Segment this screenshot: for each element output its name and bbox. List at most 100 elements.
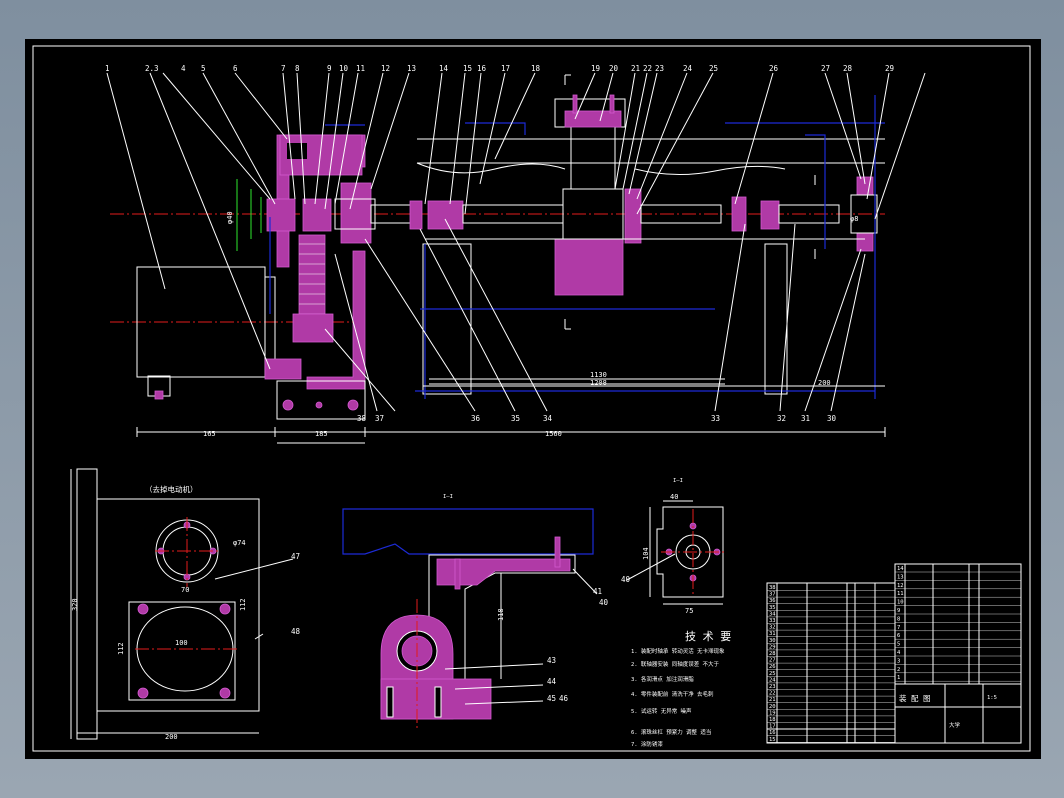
- note-line: 7. 涂防锈漆: [631, 740, 663, 748]
- balloon: 20: [609, 64, 619, 73]
- carriage-clamp: [564, 110, 622, 128]
- bom-item-number: 18: [769, 717, 776, 723]
- balloon: 10: [339, 64, 349, 73]
- balloon: 44: [547, 677, 557, 686]
- balloon: 45: [547, 694, 556, 703]
- bom-item-number: 21: [769, 697, 776, 703]
- bom-right-rows: 14 13 12 11 10 9 8 7 6 5 4 3 2 1: [895, 566, 1021, 682]
- bom-item-number: 26: [769, 664, 776, 670]
- balloon: 34: [543, 414, 553, 423]
- bom-item-number: 29: [769, 644, 776, 650]
- carriage-bolt-1: [572, 94, 578, 114]
- dim-flange-base: 75: [685, 607, 693, 615]
- nut-flange: [624, 188, 642, 244]
- dim-base: 185: [315, 430, 328, 438]
- bom-item-number: 8: [897, 616, 900, 622]
- bom-item-number: 37: [769, 592, 776, 598]
- balloon: 25: [709, 64, 718, 73]
- motor-flange-outline: [128, 601, 236, 701]
- base-bolt-2: [315, 401, 323, 409]
- bom-item-number: 3: [897, 658, 900, 664]
- section-label-b: I—I: [673, 478, 683, 484]
- bom-item-number: 1: [897, 675, 900, 681]
- bom-item-number: 33: [769, 618, 776, 624]
- dim-flange-h: 104: [642, 547, 650, 560]
- balloon: 9: [327, 64, 332, 73]
- leader-40: [626, 553, 676, 581]
- leader-47: [214, 558, 294, 580]
- dim-flange-w: 40: [670, 493, 678, 501]
- mounting-plate-outline: [76, 468, 260, 740]
- right-bearing-block: [340, 182, 372, 244]
- bom-item-number: 7: [897, 625, 900, 631]
- balloon: 26: [769, 64, 779, 73]
- balloon: 43: [547, 656, 556, 665]
- gear-hub: [302, 198, 332, 232]
- bom-item-number: 5: [897, 642, 900, 648]
- bom-item-number: 30: [769, 638, 776, 644]
- carriage-lower: [554, 238, 624, 296]
- title-block-sub: 大学: [949, 721, 961, 729]
- balloons-top: 1 2.3 4 5 6 7 8 9 10 11 12 13 14 15 16 1…: [105, 64, 894, 73]
- bom-item-number: 25: [769, 671, 776, 677]
- nut-housing: [562, 188, 624, 244]
- bom-left-rows: 3837363534333231302928272625242322212019…: [767, 585, 895, 743]
- dim-bore-dia: φ74: [233, 539, 246, 547]
- bom-item-number: 38: [769, 585, 776, 591]
- bom-item-number: 22: [769, 691, 776, 697]
- motor-coupling: [264, 358, 302, 380]
- note-line: 1. 装配时轴承 转动灵活 无卡滞现象: [631, 647, 725, 655]
- bom-item-number: 35: [769, 605, 776, 611]
- bom-item-number: 20: [769, 704, 776, 710]
- balloon: 11: [356, 64, 365, 73]
- balloon: 12: [381, 64, 390, 73]
- bom-item-number: 32: [769, 625, 776, 631]
- balloon: 19: [591, 64, 600, 73]
- bom-item-number: 31: [769, 631, 776, 637]
- section-label: I—I: [443, 494, 453, 500]
- right-coupling: [760, 200, 780, 230]
- balloon: 41: [593, 587, 602, 596]
- dim-right: 200: [818, 379, 831, 387]
- note-line: 2. 联轴器安装 同轴度误差 不大于: [631, 660, 720, 668]
- title-block-scale: 1:5: [987, 695, 997, 701]
- frame-leg-left: [422, 243, 472, 395]
- assembly-drawing: 1560 1130 1208 200 185 165 φ40 φ8 1 2.3 …: [32, 45, 1031, 752]
- left-bearing: [266, 198, 296, 232]
- bom-item-number: 24: [769, 677, 776, 683]
- balloon: 14: [439, 64, 449, 73]
- dim-left: 165: [203, 430, 216, 438]
- title-block: [767, 683, 1022, 744]
- bom-item-number: 16: [769, 730, 776, 736]
- dim-shaft-dia: φ8: [850, 215, 858, 223]
- bracket-bolt-2: [554, 536, 561, 568]
- balloon: 32: [777, 414, 786, 423]
- balloon: 48: [291, 627, 301, 636]
- notes-list: 1. 装配时轴承 转动灵活 无卡滞现象 2. 联轴器安装 同轴度误差 不大于 3…: [631, 647, 725, 748]
- bom-item-number: 2: [897, 667, 900, 673]
- title-block-name: 装 配 图: [899, 693, 931, 703]
- dim-plate-height: 320: [71, 598, 79, 611]
- lower-gear: [292, 313, 334, 343]
- flange-hole-1: [137, 603, 149, 615]
- cad-canvas[interactable]: 1560 1130 1208 200 185 165 φ40 φ8 1 2.3 …: [25, 39, 1041, 759]
- bom-item-number: 28: [769, 651, 776, 657]
- dim-mid2: 1208: [590, 379, 607, 387]
- balloon: 7: [281, 64, 286, 73]
- bom-item-number: 13: [897, 574, 904, 580]
- bom-item-number: 14: [897, 566, 904, 572]
- dim-left-dia: φ40: [226, 211, 234, 224]
- balloon: 40: [621, 575, 631, 584]
- bom-item-number: 10: [897, 600, 904, 606]
- balloon: 30: [827, 414, 837, 423]
- motor-foot-bolt: [154, 390, 164, 400]
- balloon: 29: [885, 64, 894, 73]
- balloon: 28: [843, 64, 853, 73]
- bom-item-number: 9: [897, 608, 900, 614]
- balloon: 22: [643, 64, 652, 73]
- balloon: 35: [511, 414, 520, 423]
- plate-view-title: （去掉电动机）: [145, 484, 198, 494]
- housing-bolt-2: [434, 686, 442, 718]
- balloon: 16: [477, 64, 487, 73]
- balloon: 6: [233, 64, 238, 73]
